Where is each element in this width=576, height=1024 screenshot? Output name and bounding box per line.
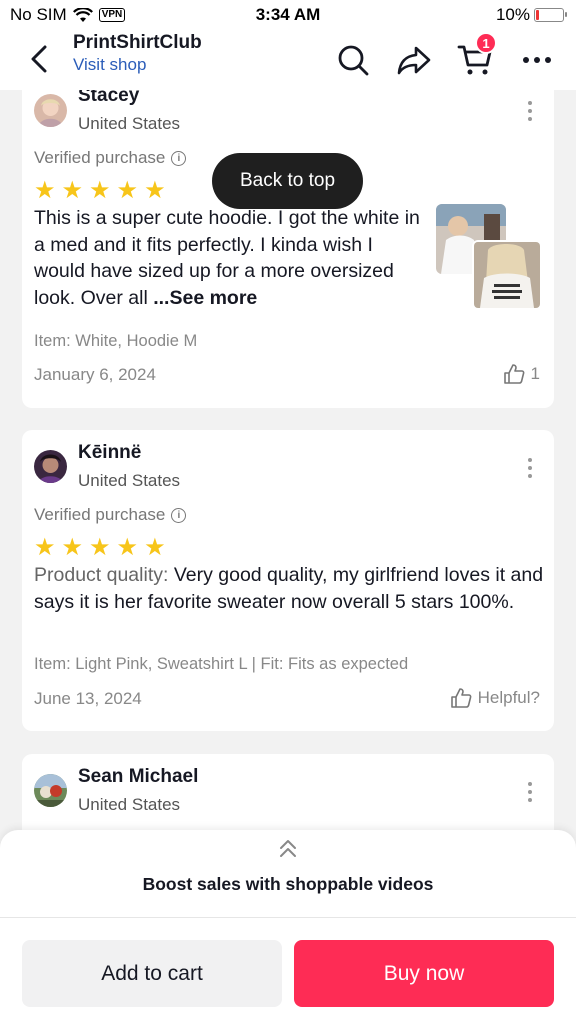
verified-purchase: Verified purchase i [34, 505, 187, 525]
star-icon: ★ [116, 534, 139, 561]
avatar[interactable] [34, 450, 67, 483]
reviewer-country: United States [78, 114, 181, 133]
avatar[interactable] [34, 774, 67, 807]
helpful-button[interactable]: 1 [503, 363, 540, 385]
reviewer-country: United States [78, 471, 181, 490]
boost-sales-banner[interactable]: Boost sales with shoppable videos [0, 874, 576, 895]
star-icon: ★ [89, 177, 111, 204]
helpful-button[interactable]: Helpful? [450, 687, 540, 709]
more-horizontal-icon [523, 57, 551, 63]
thumbs-up-icon [503, 364, 524, 384]
back-button[interactable] [24, 44, 54, 74]
add-to-cart-button[interactable]: Add to cart [22, 940, 282, 1007]
status-bar: No SIM VPN 3:34 AM 10% [0, 0, 576, 30]
shop-header: PrintShirtClub Visit shop 1 [0, 30, 576, 90]
review-aspect-label: Product quality: [34, 564, 169, 586]
reviewer-name[interactable]: Sean Michael [78, 766, 198, 788]
star-icon: ★ [144, 534, 166, 561]
share-icon [397, 46, 431, 75]
divider [0, 917, 576, 918]
visit-shop-link[interactable]: Visit shop [73, 55, 146, 75]
review-photo-image [474, 242, 540, 308]
review-photo[interactable] [472, 240, 542, 310]
star-icon: ★ [34, 177, 56, 204]
star-icon: ★ [61, 534, 84, 561]
helpful-count: 1 [530, 364, 540, 383]
star-icon: ★ [89, 534, 111, 561]
review-options-button[interactable] [520, 98, 540, 124]
review-text: Product quality: Very good quality, my g… [34, 562, 544, 615]
back-to-top-button[interactable]: Back to top [212, 153, 363, 209]
cart-count-badge: 1 [475, 32, 497, 54]
star-icon: ★ [34, 534, 56, 561]
verified-label: Verified purchase [34, 148, 166, 167]
avatar-image [34, 774, 67, 807]
verified-label: Verified purchase [34, 505, 166, 524]
more-options-button[interactable] [517, 40, 557, 80]
review-card: Stacey United States Verified purchase i… [22, 90, 554, 408]
review-date: January 6, 2024 [34, 365, 156, 384]
star-icon: ★ [61, 177, 84, 204]
chevron-left-icon [31, 45, 47, 73]
review-options-button[interactable] [520, 779, 540, 805]
star-icon: ★ [144, 177, 166, 204]
battery-icon [534, 8, 567, 22]
clock: 3:34 AM [255, 5, 321, 24]
search-icon [338, 45, 369, 76]
star-rating: ★ ★ ★ ★ ★ [34, 536, 166, 560]
review-text: This is a super cute hoodie. I got the w… [34, 205, 426, 311]
see-more-link[interactable]: ...See more [153, 287, 257, 309]
share-button[interactable] [394, 40, 434, 80]
review-options-button[interactable] [520, 455, 540, 481]
bottom-bar: Boost sales with shoppable videos Add to… [0, 830, 576, 1024]
review-date: June 13, 2024 [34, 689, 142, 708]
thumbs-up-icon [450, 688, 472, 708]
reviewer-country: United States [78, 795, 181, 814]
item-variant: Item: Light Pink, Sweatshirt L | Fit: Fi… [34, 655, 409, 673]
review-card: Kēinnë United States Verified purchase i… [22, 430, 554, 731]
reviewer-name[interactable]: Kēinnë [78, 442, 141, 464]
status-right: 10% [495, 5, 567, 25]
helpful-label: Helpful? [477, 688, 540, 707]
info-icon[interactable]: i [171, 507, 187, 523]
star-icon: ★ [116, 177, 139, 204]
item-variant: Item: White, Hoodie M [34, 332, 198, 350]
reviewer-name[interactable]: Stacey [78, 90, 139, 107]
verified-purchase: Verified purchase i [34, 148, 187, 168]
chevron-up-double-icon[interactable] [278, 838, 298, 860]
review-card: Sean Michael United States [22, 754, 554, 835]
star-rating: ★ ★ ★ ★ ★ [34, 179, 166, 203]
cart-button[interactable]: 1 [455, 32, 497, 80]
battery-percent: 10% [495, 5, 530, 24]
buy-now-button[interactable]: Buy now [294, 940, 554, 1007]
avatar-image [34, 94, 67, 127]
info-icon[interactable]: i [171, 150, 187, 166]
search-button[interactable] [333, 40, 373, 80]
reviews-list[interactable]: Stacey United States Verified purchase i… [0, 90, 576, 835]
shop-name[interactable]: PrintShirtClub [73, 32, 202, 54]
battery-level [536, 10, 539, 20]
avatar[interactable] [34, 94, 67, 127]
avatar-image [34, 450, 67, 483]
